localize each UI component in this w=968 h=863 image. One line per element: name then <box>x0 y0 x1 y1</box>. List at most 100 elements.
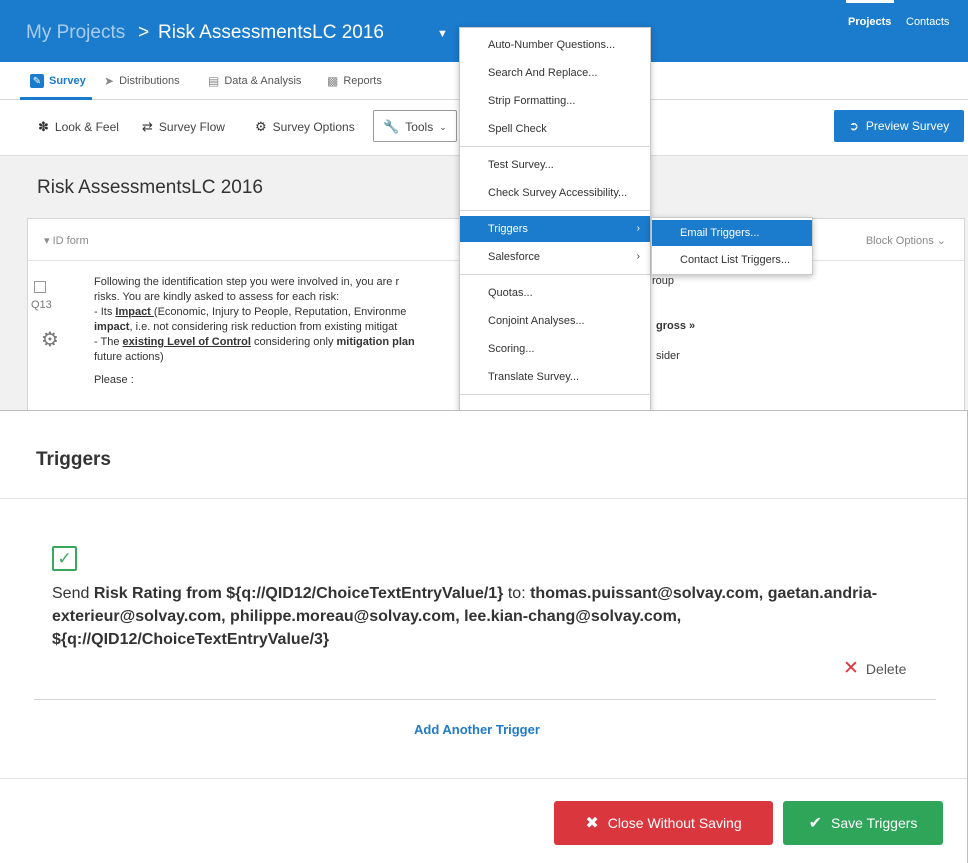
bar-chart-icon: ▩ <box>327 74 339 88</box>
paint-brush-icon: ✽ <box>38 119 49 134</box>
flow-icon: ⇄ <box>142 119 153 134</box>
trigger-to-text: to: <box>503 585 531 602</box>
text-segment: (Economic, Injury to People, Reputation,… <box>153 306 407 318</box>
delete-label: Delete <box>865 660 907 677</box>
tab-survey[interactable]: ✎ Survey <box>30 74 86 88</box>
question-gear-icon[interactable]: ⚙ <box>41 327 59 352</box>
survey-flow-button[interactable]: ⇄ Survey Flow <box>142 119 225 135</box>
menu-divider <box>460 394 650 395</box>
menu-item-spell-check[interactable]: Spell Check <box>460 116 650 142</box>
menu-item-test-survey[interactable]: Test Survey... <box>460 152 650 178</box>
question-text-tail: gross » <box>656 320 695 332</box>
modal-title: Triggers <box>36 449 111 470</box>
question-line: Please : <box>94 374 134 386</box>
question-line: Following the identification step you we… <box>94 276 400 288</box>
active-nav-indicator <box>846 0 894 3</box>
add-another-trigger-link[interactable]: Add Another Trigger <box>414 722 540 737</box>
tab-distributions[interactable]: ➤ Distributions <box>104 74 180 88</box>
question-line: - The existing Level of Control consider… <box>94 335 474 350</box>
block-options-button[interactable]: Block Options ⌄ <box>866 234 946 247</box>
question-text-tail: roup <box>652 275 675 287</box>
tools-menu: Auto-Number Questions... Search And Repl… <box>459 27 651 410</box>
trigger-send-text: Send <box>52 585 94 602</box>
checkmark-icon: ✓ <box>57 548 72 568</box>
menu-item-triggers-label: Triggers <box>488 223 528 235</box>
wrench-icon: 🔧 <box>383 119 400 134</box>
trigger-description[interactable]: Send Risk Rating from ${q://QID12/Choice… <box>52 582 932 651</box>
preview-icon: ➲ <box>848 119 859 133</box>
nav-projects-link[interactable]: Projects <box>848 16 891 28</box>
nav-contacts-link[interactable]: Contacts <box>906 16 949 28</box>
menu-divider <box>460 210 650 211</box>
tab-distributions-label: Distributions <box>119 75 180 87</box>
gear-icon: ⚙ <box>255 119 267 134</box>
delete-trigger-button[interactable]: ✕ Delete <box>843 657 906 680</box>
menu-item-translate[interactable]: Translate Survey... <box>460 364 650 390</box>
tab-data-analysis-label: Data & Analysis <box>224 75 302 87</box>
menu-divider <box>460 146 650 147</box>
block-options-label: Block Options <box>865 235 934 247</box>
save-triggers-label: Save Triggers <box>831 815 918 831</box>
menu-item-check-accessibility[interactable]: Check Survey Accessibility... <box>460 180 650 206</box>
triggers-modal: Triggers ✓ Send Risk Rating from ${q://Q… <box>0 411 968 863</box>
modal-footer-divider <box>0 778 967 779</box>
tab-reports-label: Reports <box>343 75 382 87</box>
survey-title: Risk AssessmentsLC 2016 <box>37 177 263 198</box>
text-segment: , i.e. not considering risk reduction fr… <box>129 321 398 333</box>
question-line: - Its Impact (Economic, Injury to People… <box>94 305 474 320</box>
impact-bold: impact <box>94 321 130 333</box>
preview-survey-label: Preview Survey <box>865 119 950 133</box>
menu-item-search-replace[interactable]: Search And Replace... <box>460 60 650 86</box>
menu-item-scoring[interactable]: Scoring... <box>460 336 650 362</box>
menu-item-salesforce[interactable]: Salesforce › <box>460 244 650 270</box>
gross-term: gross » <box>656 320 696 332</box>
breadcrumb-my-projects[interactable]: My Projects <box>26 22 125 44</box>
save-triggers-button[interactable]: ✔ Save Triggers <box>783 801 943 845</box>
text-segment: considering only <box>250 336 337 348</box>
triggers-submenu: Email Triggers... Contact List Triggers.… <box>651 217 813 275</box>
submenu-item-email-triggers[interactable]: Email Triggers... <box>652 220 812 246</box>
breadcrumb-survey-name[interactable]: Risk AssessmentsLC 2016 <box>158 22 384 44</box>
paper-plane-icon: ➤ <box>104 74 115 88</box>
question-text-tail: sider <box>656 350 680 362</box>
close-without-saving-button[interactable]: ✖ Close Without Saving <box>554 801 773 845</box>
menu-item-auto-number[interactable]: Auto-Number Questions... <box>460 32 650 58</box>
survey-options-button[interactable]: ⚙ Survey Options <box>255 119 355 135</box>
close-icon: ✖ <box>585 815 599 832</box>
menu-item-strip-formatting[interactable]: Strip Formatting... <box>460 88 650 114</box>
chevron-down-icon: ⌄ <box>439 121 447 132</box>
text-segment: - The <box>94 336 123 348</box>
modal-header-divider <box>0 498 967 499</box>
level-of-control-term: existing Level of Control <box>122 336 251 348</box>
tools-label-group[interactable]: 🔧 Tools ⌄ <box>383 119 447 135</box>
trigger-subject: Risk Rating from ${q://QID12/ChoiceTextE… <box>93 585 504 602</box>
menu-item-salesforce-label: Salesforce <box>488 251 540 263</box>
submenu-item-contact-list-triggers[interactable]: Contact List Triggers... <box>652 247 812 273</box>
tab-reports[interactable]: ▩ Reports <box>327 74 382 88</box>
preview-survey-button[interactable]: ➲ Preview Survey <box>834 110 964 142</box>
tab-data-analysis[interactable]: ▤ Data & Analysis <box>208 74 301 88</box>
question-select-checkbox[interactable] <box>34 281 46 293</box>
chevron-down-icon[interactable]: ▼ <box>437 28 448 40</box>
breadcrumb-separator: > <box>138 22 150 43</box>
menu-item-quotas[interactable]: Quotas... <box>460 280 650 306</box>
look-feel-button[interactable]: ✽ Look & Feel <box>38 119 119 135</box>
block-name-label: ID form <box>52 235 89 247</box>
message-icon: ▤ <box>208 74 220 88</box>
question-number: Q13 <box>31 299 52 311</box>
question-text[interactable]: Following the identification step you we… <box>94 275 474 388</box>
question-line: impact, i.e. not considering risk reduct… <box>94 320 474 335</box>
trigger-enabled-checkbox[interactable]: ✓ <box>52 546 77 571</box>
text-segment: - Its <box>94 306 116 318</box>
chevron-right-icon: › <box>636 251 640 262</box>
menu-item-triggers[interactable]: Triggers › <box>460 216 650 242</box>
menu-item-conjoint[interactable]: Conjoint Analyses... <box>460 308 650 334</box>
block-name[interactable]: ▾ ID form <box>44 234 89 247</box>
close-icon: ✕ <box>843 658 859 679</box>
mitigation-plan-term: mitigation plan <box>336 336 415 348</box>
survey-editor-panel: My Projects > Risk AssessmentsLC 2016 ▼ … <box>0 0 968 410</box>
menu-divider <box>460 274 650 275</box>
question-line: future actions) <box>94 351 164 363</box>
trigger-divider <box>34 699 936 700</box>
